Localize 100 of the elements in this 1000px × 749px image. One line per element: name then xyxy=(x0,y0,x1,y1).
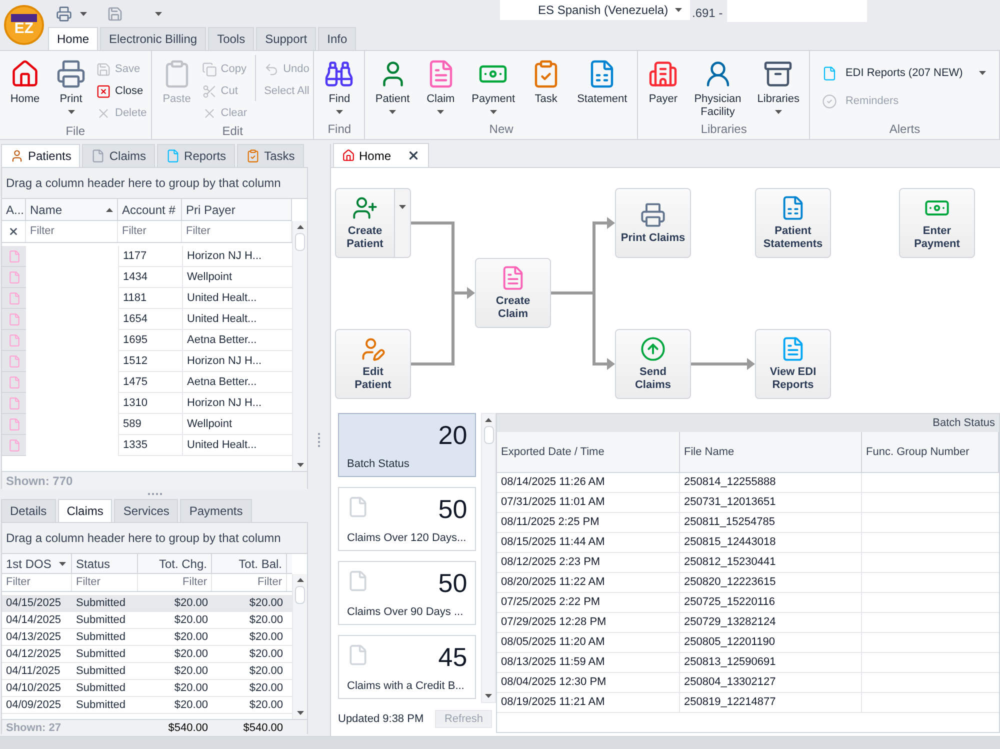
tab[interactable]: Home xyxy=(48,27,98,50)
caret-icon xyxy=(155,12,162,16)
check-circle-icon xyxy=(822,94,838,108)
ribbon-button[interactable]: Libraries xyxy=(751,55,806,114)
filter-field[interactable]: Filter xyxy=(76,575,133,590)
workflow-button[interactable]: Enter Payment xyxy=(899,188,975,258)
tab[interactable]: Claims xyxy=(58,499,112,522)
scrollbar[interactable] xyxy=(292,574,307,719)
table-row[interactable]: 04/13/2025 Submitted $20.00 $20.00 xyxy=(2,629,292,646)
table-cell-text: $20.00 xyxy=(173,681,209,696)
filter-field[interactable]: Filter xyxy=(30,224,113,239)
table-cell-text: $20.00 xyxy=(173,647,209,662)
table-cell-text: 04/14/2025 xyxy=(5,613,62,628)
connector-arrow xyxy=(691,358,755,370)
ribbon-button[interactable]: Close xyxy=(96,81,147,101)
tab[interactable]: Details xyxy=(1,499,56,522)
table-cell: 07/29/2025 12:28 PM xyxy=(497,613,680,632)
workflow-button[interactable]: Send Claims xyxy=(615,329,691,399)
tab[interactable]: Electronic Billing xyxy=(100,27,206,50)
table-row[interactable]: 04/14/2025 Submitted $20.00 $20.00 xyxy=(2,612,292,629)
summary-tile[interactable]: 50 Claims Over 90 Days ... xyxy=(338,561,476,625)
filter-field[interactable]: Filter xyxy=(142,575,207,590)
tab[interactable]: Services xyxy=(114,499,178,522)
tab[interactable]: Claims xyxy=(82,144,156,167)
filter-field[interactable]: Filter xyxy=(122,224,177,239)
scroll-thumb[interactable] xyxy=(484,426,494,444)
clear-filter-icon[interactable] xyxy=(8,226,19,237)
close-icon[interactable] xyxy=(407,149,420,162)
summary-tile[interactable]: 45 Claims with a Credit B... xyxy=(338,635,476,699)
workflow-button[interactable]: Edit Patient xyxy=(335,329,411,399)
tab[interactable]: Tools xyxy=(208,27,254,50)
scroll-thumb[interactable] xyxy=(295,586,305,604)
table-row[interactable]: 04/12/2025 Submitted $20.00 $20.00 xyxy=(2,646,292,663)
column-header[interactable]: Account # xyxy=(118,199,182,220)
table-cell: 1695 xyxy=(118,330,182,351)
ribbon-button[interactable]: Print xyxy=(50,55,92,114)
save-icon[interactable] xyxy=(107,6,123,22)
column-header[interactable]: Func. Group Number xyxy=(862,432,999,472)
group-label: Libraries xyxy=(700,121,748,138)
tab[interactable]: Payments xyxy=(180,499,252,522)
column-header[interactable]: Status xyxy=(72,554,138,573)
table-row[interactable]: 04/15/2025 Submitted $20.00 $20.00 xyxy=(2,595,292,612)
filter-field[interactable]: Filter xyxy=(216,575,282,590)
tab[interactable]: Info xyxy=(318,27,356,50)
workflow-button[interactable]: Create Claim xyxy=(475,258,551,328)
table-row[interactable]: 04/11/2025 Submitted $20.00 $20.00 xyxy=(2,663,292,680)
printer-icon xyxy=(56,59,86,89)
column-header[interactable]: Pri Payer xyxy=(182,199,292,220)
tab[interactable]: Support xyxy=(256,27,316,50)
scrollbar[interactable] xyxy=(292,221,307,471)
table-cell: 250725_15220116 xyxy=(680,593,862,612)
filter-field[interactable]: Filter xyxy=(6,575,67,590)
copy-icon xyxy=(202,62,217,76)
scroll-thumb[interactable] xyxy=(295,233,305,251)
language-dropdown[interactable]: ES Spanish (Venezuela) xyxy=(500,0,690,20)
summary-tile[interactable]: 20 Batch Status xyxy=(338,413,476,477)
table-row[interactable]: 04/10/2025 Submitted $20.00 $20.00 xyxy=(2,680,292,697)
table-cell-text: $20.00 xyxy=(248,681,284,696)
column-header[interactable]: Exported Date / Time xyxy=(497,432,680,472)
ribbon-button[interactable]: Home xyxy=(4,55,46,106)
ribbon-button[interactable]: Task xyxy=(525,55,568,106)
workflow-button[interactable]: Patient Statements xyxy=(755,188,831,258)
tab[interactable]: Reports xyxy=(157,144,236,167)
workflow-button[interactable]: View EDI Reports xyxy=(755,329,831,399)
filter-field[interactable]: Filter xyxy=(186,224,287,239)
ribbon-button[interactable]: Find xyxy=(318,55,360,114)
column-header[interactable]: Tot. Chg. xyxy=(138,554,212,573)
document-icon xyxy=(8,250,20,262)
updated-time: Updated 9:38 PM xyxy=(338,712,424,727)
column-header[interactable]: A... xyxy=(2,199,26,220)
ribbon-button[interactable]: Payer xyxy=(642,55,684,106)
summary-tile[interactable]: 50 Claims Over 120 Days... xyxy=(338,487,476,551)
ribbon-button[interactable]: Claim xyxy=(420,55,462,114)
sort-arrow-icon xyxy=(485,418,492,422)
table-cell-text: 04/13/2025 xyxy=(5,630,62,645)
group-label: New xyxy=(488,121,514,138)
workflow-button[interactable]: Print Claims xyxy=(615,188,691,258)
ribbon-button[interactable]: Physician Facility xyxy=(688,55,748,119)
workflow-button[interactable]: Create Patient xyxy=(335,188,395,258)
ribbon-button[interactable]: Patient xyxy=(369,55,416,114)
caret-icon xyxy=(675,8,682,12)
tab[interactable]: Patients xyxy=(1,144,80,167)
person-plus-icon xyxy=(352,195,378,221)
table-cell: 250812_15230441 xyxy=(680,553,862,572)
row-count: Shown: 27 xyxy=(5,721,62,736)
tab[interactable]: Tasks xyxy=(237,144,304,167)
ribbon-button[interactable]: Statement xyxy=(571,55,634,106)
column-header[interactable]: Tot. Bal. xyxy=(212,554,287,573)
table-row[interactable]: 04/09/2025 Submitted $20.00 $20.00 xyxy=(2,697,292,714)
column-header[interactable]: File Name xyxy=(680,432,862,472)
tab[interactable]: Home xyxy=(333,143,430,167)
printer-icon[interactable] xyxy=(56,6,72,22)
column-header[interactable]: Name xyxy=(26,199,118,220)
dropdown-button[interactable] xyxy=(395,188,411,258)
ribbon-button[interactable]: EDI Reports (207 NEW) xyxy=(822,63,986,83)
document-icon xyxy=(8,354,20,368)
column-header[interactable]: 1st DOS xyxy=(2,554,72,573)
scrollbar[interactable] xyxy=(481,413,496,703)
caret-icon xyxy=(399,205,406,209)
ribbon-button[interactable]: Payment xyxy=(466,55,522,114)
